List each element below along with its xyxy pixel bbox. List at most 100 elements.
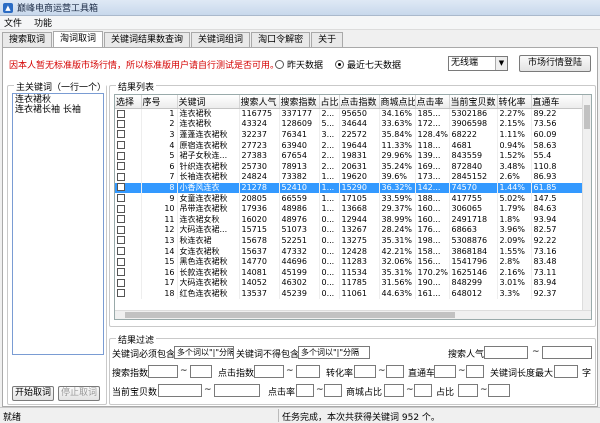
tab-taokouling-decrypt[interactable]: 淘口令解密 [251,32,311,47]
menu-function[interactable]: 功能 [34,16,52,29]
scrollbar-thumb[interactable] [584,105,590,129]
table-cell: 0... [319,256,340,268]
row-checkbox[interactable] [117,278,125,287]
horizontal-scrollbar[interactable] [115,310,591,319]
table-row[interactable]: 14 女连衣裙秋 15637 47332 0... 12428 42.21% 158... 38… [115,246,586,257]
market-login-button[interactable]: 市场行情登陆 [519,55,591,72]
tab-keyword-combine[interactable]: 关键词组词 [191,32,251,47]
table-row[interactable]: 13 秋连衣裙 15678 52251 0... 13275 35.31% 198... 530… [115,235,586,247]
table-row[interactable]: 8 小香风连衣 21278 52410 1... 15290 36.32% 142... 745… [115,182,586,194]
search-index-max[interactable] [190,365,212,378]
search-popularity-min[interactable] [484,346,528,359]
row-checkbox[interactable] [117,109,125,118]
ctr-min[interactable] [296,384,314,397]
row-checkbox[interactable] [117,151,125,160]
mall-ratio-max[interactable] [414,384,432,397]
table-cell: 38.99% [379,214,416,226]
mall-ratio-min[interactable] [384,384,404,397]
row-checkbox[interactable] [117,183,125,192]
ztc-min[interactable] [434,365,456,378]
must-not-contain-input[interactable]: 多个词以"|"分隔 [298,346,370,359]
conversion-max[interactable] [386,365,404,378]
share-min[interactable] [458,384,478,397]
column-header[interactable]: 搜索指数 [279,95,320,109]
table-row[interactable]: 2 连衣裙秋 43324 128609 5... 34644 33.63% 172... 390… [115,119,586,130]
column-header[interactable]: 占比 [319,95,340,109]
items-min[interactable] [158,384,202,397]
column-header[interactable]: 直通车 [531,95,586,109]
column-header[interactable]: 点击率 [415,95,450,109]
table-row[interactable]: 12 大码连衣裙... 15715 51073 0... 13267 28.24% 176..… [115,225,586,236]
table-cell: 76341 [279,129,320,141]
table-row[interactable]: 6 针织连衣裙秋 25730 78913 2... 20631 35.24% 169... 87… [115,161,586,173]
row-checkbox[interactable] [117,204,125,213]
device-select[interactable]: 无线端 ▼ [448,56,508,71]
row-checkbox[interactable] [117,172,125,181]
row-checkbox[interactable] [117,225,125,234]
table-row[interactable]: 10 吊带连衣裙秋 17936 48986 1... 13668 29.37% 160... 3… [115,203,586,215]
row-checkbox[interactable] [117,215,125,224]
table-row[interactable]: 18 红色连衣裙秋 13537 45239 0... 11061 44.63% 161... 6… [115,288,586,300]
column-header[interactable]: 点击指数 [339,95,380,109]
row-checkbox[interactable] [117,289,125,298]
table-cell: 161... [415,288,450,300]
keyword-textarea[interactable]: 连衣裙秋 连衣裙长袖 长袖 [12,93,104,355]
table-cell: 2 [141,119,178,130]
radio-last-seven-days[interactable]: 最近七天数据 [335,58,401,71]
table-cell: 147.5 [531,193,586,204]
share-max[interactable] [488,384,510,397]
column-header[interactable]: 关键词 [177,95,240,109]
table-row[interactable]: 15 黑色连衣裙秋 14770 44696 0... 11283 32.06% 156... 1… [115,256,586,268]
table-row[interactable]: 7 长袖连衣裙秋 24824 73382 1... 19620 39.6% 173... 284… [115,172,586,183]
ztc-max[interactable] [466,365,484,378]
stop-button[interactable]: 停止取词 [58,386,100,401]
table-row[interactable]: 11 连衣裙女秋 16020 48976 0... 12944 38.99% 160... 24… [115,214,586,226]
column-header[interactable]: 选择 [115,95,142,109]
table-cell: 1.11% [497,129,532,141]
row-checkbox[interactable] [117,236,125,245]
tab-result-count[interactable]: 关键词结果数查询 [104,32,191,47]
conversion-min[interactable] [354,365,376,378]
row-checkbox[interactable] [117,162,125,171]
click-index-max[interactable] [296,365,320,378]
column-header[interactable]: 当前宝贝数 [449,95,498,109]
ctr-max[interactable] [324,384,342,397]
row-checkbox[interactable] [117,119,125,128]
tab-search-words[interactable]: 搜索取词 [2,32,53,47]
start-button[interactable]: 开始取词 [12,386,54,401]
tab-about[interactable]: 关于 [311,32,344,47]
column-header[interactable]: 商城点比 [379,95,416,109]
table-row[interactable]: 9 女童连衣裙秋 20805 66559 1... 17105 33.59% 188... 41… [115,193,586,204]
table-row[interactable]: 16 长款连衣裙秋 14081 45199 0... 11534 35.31% 170.2% 1… [115,267,586,278]
table-row[interactable]: 17 大码连衣裙秋 14052 46302 0... 11785 31.56% 190... 8… [115,278,586,289]
must-contain-input[interactable]: 多个词以"|"分隔 [174,346,234,359]
row-checkbox[interactable] [117,130,125,139]
table-row[interactable]: 3 蓬蓬连衣裙秋 32237 76341 3... 22572 35.84% 128.4% 68… [115,129,586,141]
column-header[interactable]: 转化率 [497,95,532,109]
row-checkbox[interactable] [117,141,125,150]
table-cell: 13267 [339,225,380,236]
table-cell: 61.85 [531,182,586,194]
notice-text: 因本人暂无标准版市场行情，所以标准版用户请自行测试是否可用。 [9,61,280,71]
row-checkbox[interactable] [117,257,125,266]
click-index-min[interactable] [254,365,284,378]
tab-taoci-words[interactable]: 淘词取词 [53,31,104,47]
column-header[interactable]: 序号 [141,95,178,109]
scrollbar-thumb[interactable] [125,312,455,318]
table-cell: 68663 [449,225,498,236]
row-checkbox[interactable] [117,268,125,277]
row-checkbox[interactable] [117,194,125,203]
search-index-min[interactable] [148,365,178,378]
table-row[interactable]: 1 连衣裙秋 116775 337177 2... 95650 34.16% 185... 53… [115,108,586,120]
vertical-scrollbar[interactable] [582,95,591,311]
items-max[interactable] [214,384,260,397]
column-header[interactable]: 搜索人气 [239,95,280,109]
table-row[interactable]: 4 原宿连衣裙秋 27723 63940 2... 19644 11.33% 118... 46… [115,140,586,151]
menu-file[interactable]: 文件 [4,16,22,29]
radio-yesterday[interactable]: 昨天数据 [275,58,323,71]
row-checkbox[interactable] [117,247,125,256]
table-row[interactable]: 5 裙子女秋连... 27383 67654 2... 19831 29.96% 139...… [115,150,586,162]
table-cell: 198... [415,235,450,247]
search-popularity-max[interactable] [542,346,592,359]
max-length-input[interactable] [554,365,578,378]
